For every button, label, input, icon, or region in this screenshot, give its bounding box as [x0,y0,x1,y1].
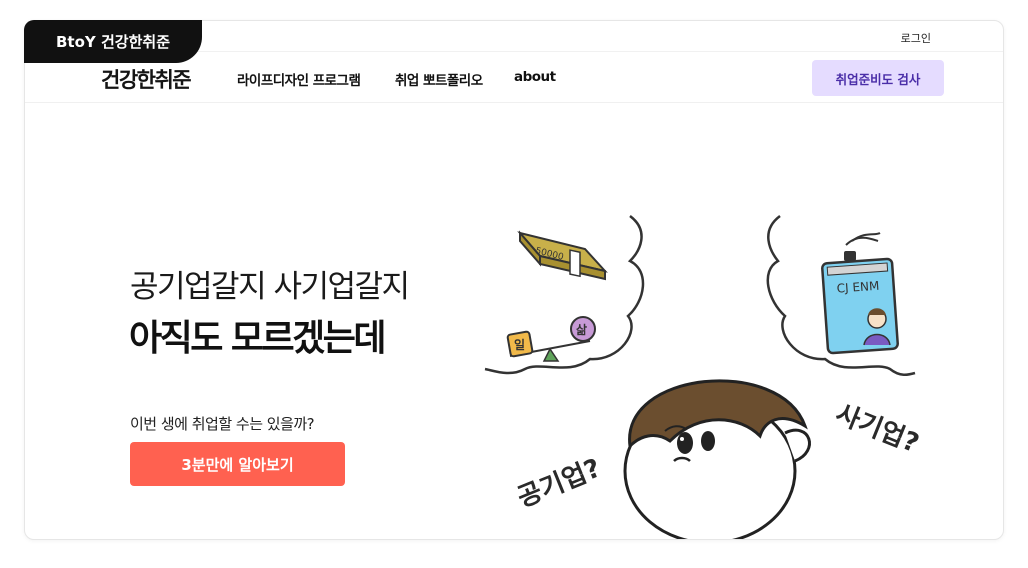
left-thought-cloud [484,215,645,375]
readiness-test-button[interactable]: 취업준비도 검사 [812,60,944,96]
hero-illustration: 50000 일 삶 CJ ENM 공기업? 사기업? [484,215,920,539]
svg-text:삶: 삶 [576,323,587,337]
hero-subtitle: 공기업갈지 사기업갈지 [130,269,410,305]
start-quiz-button[interactable]: 3분만에 알아보기 [130,442,345,486]
brand-badge: BtoY 건강한취준 [24,20,202,63]
hero-question: 이번 생에 취업할 수는 있을까? [130,415,315,433]
money-bundle-icon: 50000 [517,230,608,281]
work-life-scale-icon: 일 삶 [506,316,596,362]
nav-item-about[interactable]: about [514,69,556,85]
svg-text:CJ ENM: CJ ENM [836,279,880,296]
private-company-label: 사기업? [831,399,920,459]
svg-text:일: 일 [514,338,525,352]
hero-title: 아직도 모르겠는데 [129,318,387,359]
login-link[interactable]: 로그인 [901,30,931,46]
site-logo[interactable]: 건강한취준 [101,64,192,94]
nav-item-life-design[interactable]: 라이프디자인 프로그램 [237,69,361,89]
character-icon [623,379,811,539]
public-company-label: 공기업? [513,453,605,513]
nav-item-portfolio[interactable]: 취업 뽀트폴리오 [395,69,483,89]
cj-enm-id-badge-icon: CJ ENM [821,232,899,355]
page-frame: 로그인 건강한취준 라이프디자인 프로그램 취업 뽀트폴리오 about 취업준… [24,20,1004,540]
